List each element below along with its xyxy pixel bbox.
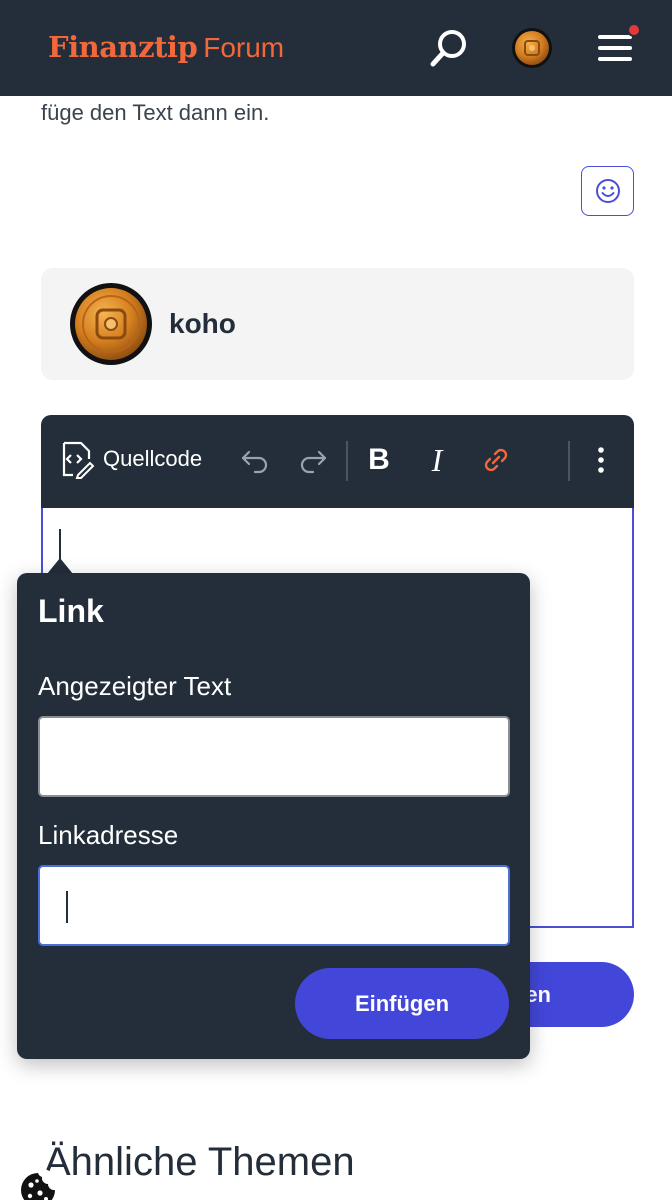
- toolbar-divider: [568, 441, 570, 481]
- reply-user-card: koho: [41, 268, 634, 380]
- editor-toolbar: Quellcode B I: [41, 415, 634, 509]
- emoji-button[interactable]: [581, 166, 634, 216]
- user-avatar-icon[interactable]: [512, 28, 552, 68]
- brand-subtitle: Forum: [203, 32, 285, 63]
- text-cursor: [59, 529, 61, 559]
- post-text: füge den Text dann ein.: [41, 100, 270, 125]
- similar-topics-heading: Ähnliche Themen: [44, 1140, 355, 1184]
- source-code-icon: [62, 441, 95, 479]
- cookie-icon[interactable]: [16, 1168, 60, 1200]
- smiley-icon: [595, 179, 620, 203]
- link-url-label: Linkadresse: [38, 820, 179, 850]
- more-vertical-icon[interactable]: [583, 442, 619, 478]
- insert-link-label: Einfügen: [354, 990, 450, 1016]
- top-navbar: Finanztip Forum: [0, 0, 672, 96]
- brand-name: Finanztip: [48, 30, 198, 64]
- bold-icon: B: [368, 443, 390, 476]
- input-cursor: [66, 891, 68, 923]
- undo-icon[interactable]: [237, 442, 273, 478]
- italic-button[interactable]: I: [419, 442, 455, 478]
- avatar[interactable]: [70, 283, 152, 365]
- source-code-label: Quellcode: [103, 446, 203, 471]
- link-dialog-title: Link: [38, 593, 104, 629]
- redo-icon[interactable]: [295, 442, 331, 478]
- bold-button[interactable]: B: [361, 442, 397, 478]
- search-icon[interactable]: [425, 24, 473, 72]
- insert-link-button[interactable]: Einfügen: [295, 968, 509, 1039]
- link-dialog: Link Angezeigter Text Linkadresse Einfüg…: [17, 573, 530, 1059]
- notification-dot: [627, 23, 641, 37]
- link-icon[interactable]: [478, 442, 514, 478]
- source-code-button[interactable]: Quellcode: [59, 439, 202, 479]
- link-url-input[interactable]: [38, 865, 510, 946]
- italic-icon: I: [431, 441, 443, 478]
- display-text-label: Angezeigter Text: [38, 671, 232, 701]
- username: koho: [169, 308, 236, 339]
- brand-logo[interactable]: Finanztip Forum: [48, 30, 284, 64]
- toolbar-divider: [346, 441, 348, 481]
- display-text-input[interactable]: [38, 716, 510, 797]
- popup-pointer: [47, 558, 73, 574]
